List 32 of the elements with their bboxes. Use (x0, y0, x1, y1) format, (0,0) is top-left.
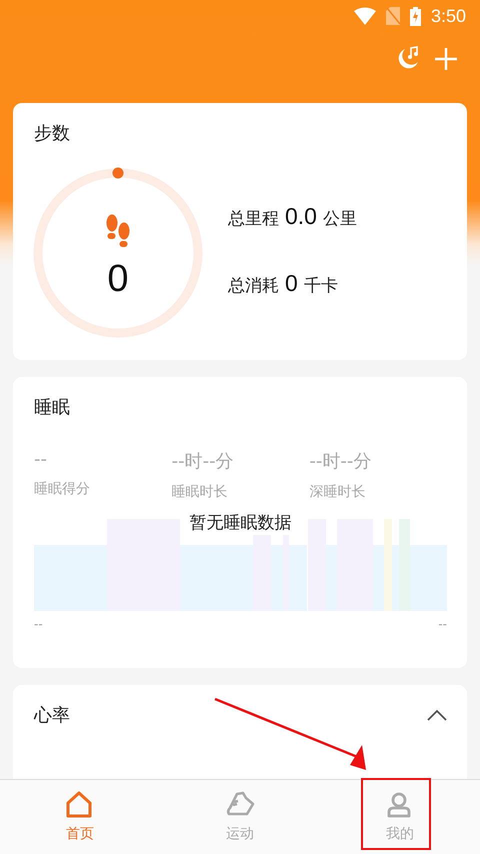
nav-item[interactable]: 我的 (320, 780, 480, 854)
stat-label: 总消耗 (228, 275, 279, 297)
stat-value: 0.0 (285, 203, 317, 230)
step-count: 0 (107, 258, 129, 300)
status-time: 3:50 (430, 6, 466, 26)
footprints-icon (104, 214, 132, 250)
axis-label: -- (34, 617, 43, 631)
nav-item[interactable]: 运动 (160, 780, 320, 854)
wifi-icon (354, 7, 376, 25)
card-title: 睡眠 (34, 396, 71, 419)
nav-label: 首页 (66, 825, 94, 843)
no-sim-icon (386, 7, 400, 25)
battery-charging-icon (410, 6, 421, 26)
card-title: 步数 (34, 122, 71, 145)
stat-unit: 公里 (322, 208, 357, 230)
stat-value: 0 (285, 270, 298, 297)
add-icon[interactable] (434, 47, 458, 71)
card-title: 心率 (34, 704, 70, 727)
metric-label: 睡眠得分 (34, 480, 91, 498)
metric-value: --时--分 (309, 450, 372, 473)
stat-unit: 千卡 (304, 275, 338, 297)
metric-value: -- (34, 449, 48, 470)
nav-label: 我的 (386, 825, 414, 843)
stat-label: 总里程 (228, 208, 279, 230)
nav-label: 运动 (226, 825, 254, 843)
nav-item[interactable]: 首页 (0, 780, 160, 854)
metric-label: 深睡时长 (309, 483, 366, 501)
chevron-up-icon[interactable] (427, 709, 447, 721)
axis-label: -- (438, 617, 447, 631)
metric-label: 睡眠时长 (172, 483, 229, 501)
metric-value: --时--分 (172, 450, 235, 473)
empty-message: 暂无睡眠数据 (188, 512, 292, 534)
